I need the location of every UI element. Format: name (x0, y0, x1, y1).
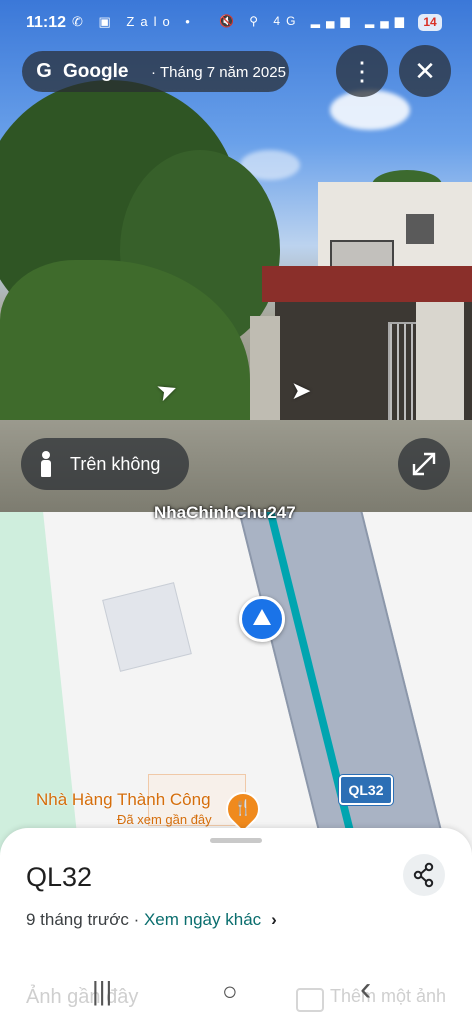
home-nav-icon[interactable]: ○ (222, 976, 238, 1007)
notification-icons: ✆ ▣ Zalo • (72, 14, 196, 29)
move-right-arrow-icon[interactable]: ➤ (292, 378, 310, 404)
close-icon: ✕ (414, 56, 436, 86)
google-brand: Google (63, 61, 129, 82)
fullscreen-button[interactable] (398, 438, 450, 490)
status-bar: 11:12 ✆ ▣ Zalo • 🔇 ⚲ 4G ▂▄▆ ▂▄▆ 14 (0, 0, 472, 44)
recents-nav-icon[interactable]: ||| (92, 976, 112, 1007)
system-icons: 🔇 ⚲ 4G ▂▄▆ ▂▄▆ (219, 14, 410, 28)
bottom-sheet[interactable]: QL32 9 tháng trước · Xem ngày khác › Ảnh … (0, 828, 472, 1024)
separator: · (128, 910, 144, 929)
more-vert-icon: ⋮ (349, 56, 375, 86)
other-dates-link[interactable]: Xem ngày khác (144, 910, 261, 929)
shop-roof (262, 266, 472, 302)
building-footprint (102, 582, 192, 672)
place-title: QL32 (26, 862, 93, 892)
close-button[interactable]: ✕ (399, 45, 451, 97)
person-icon (39, 451, 53, 477)
gate-pillar (416, 302, 464, 430)
share-button[interactable] (403, 854, 445, 896)
more-options-button[interactable]: ⋮ (336, 45, 388, 97)
battery-icon: 14 (418, 14, 442, 31)
back-nav-icon[interactable]: ‹ (360, 970, 371, 1009)
expand-icon (412, 452, 436, 476)
separator: · (151, 64, 156, 81)
drag-handle[interactable] (210, 838, 262, 843)
clock: 11:12 (26, 14, 67, 31)
recent-photos-tab[interactable]: Ảnh gần đây (26, 986, 138, 1009)
time-ago: 9 tháng trước (26, 910, 129, 929)
road-shield: QL32 (339, 775, 393, 805)
house-window (406, 214, 434, 244)
add-photo-icon (296, 988, 324, 1012)
cloud (330, 90, 410, 130)
watermark: NhaChinhChu247 (154, 503, 296, 522)
fork-knife-icon: 🍴 (233, 799, 253, 817)
heading-arrow-icon (253, 609, 271, 625)
view-mode-label: Trên không (70, 454, 161, 474)
chevron-right-icon[interactable]: › (271, 910, 277, 929)
poi-name[interactable]: Nhà Hàng Thành Công (36, 790, 211, 810)
google-g-icon: G (36, 60, 52, 82)
capture-info: 9 tháng trước · Xem ngày khác › (26, 910, 277, 930)
poi-subtitle: Đã xem gần đây (117, 812, 212, 827)
location-marker (239, 596, 285, 642)
house-balcony (330, 240, 394, 268)
imagery-date-pill[interactable]: G Google · Tháng 7 năm 2025 (22, 51, 289, 92)
view-mode-button[interactable]: Trên không (21, 438, 189, 490)
share-icon (413, 862, 434, 888)
add-photo-button[interactable]: Thêm một ảnh (330, 986, 446, 1007)
imagery-date: Tháng 7 năm 2025 (160, 64, 286, 81)
